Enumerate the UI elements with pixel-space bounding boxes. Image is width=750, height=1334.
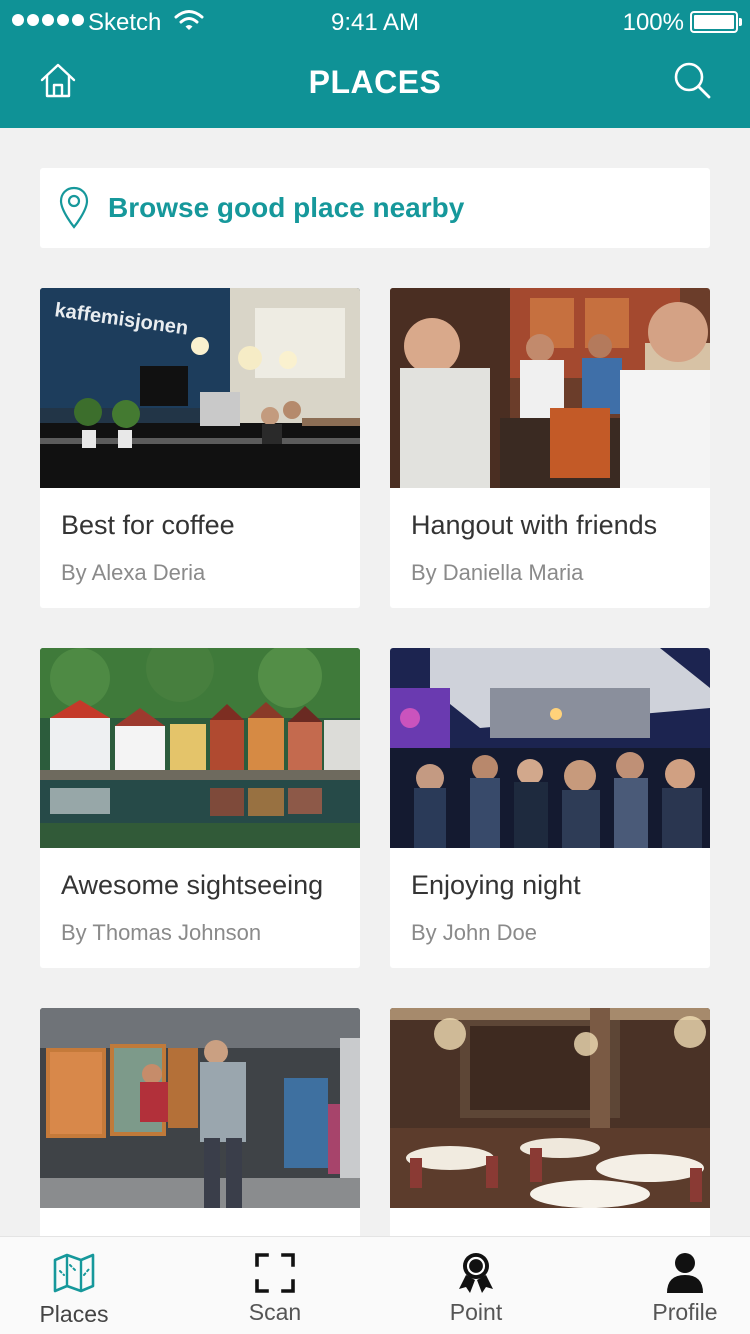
place-card-sightseeing[interactable]: Awesome sightseeing By Thomas Johnson [40,648,360,968]
award-icon [459,1253,493,1293]
dining-hall-photo [390,1008,710,1208]
place-card-coffee[interactable]: kaffemisjonen Best for coffee By Alexa D… [40,288,360,608]
status-bar: Sketch 9:41 AM 100% [0,0,750,44]
card-author: By John Doe [411,920,537,945]
tab-places[interactable]: Places [0,1237,148,1334]
night-crowd-photo [390,648,710,848]
friends-photo [390,288,710,488]
location-pin-icon [59,186,89,229]
app-header: Sketch 9:41 AM 100% PLACES [0,0,750,128]
tab-profile[interactable]: Profile [610,1237,750,1334]
card-title: Best for coffee [61,510,235,540]
page-title: PLACES [308,64,442,100]
card-author: By Thomas Johnson [61,920,262,945]
tab-bar: Places Scan Point Profile [0,1236,750,1334]
browse-nearby-label: Browse good place nearby [108,192,465,223]
harbor-town-photo [40,648,360,848]
card-title: Enjoying night [411,870,581,900]
card-author: By Daniella Maria [411,560,584,585]
battery-icon [690,11,742,33]
place-card-night[interactable]: Enjoying night By John Doe [390,648,710,968]
card-title: Hangout with friends [411,510,658,540]
coffee-shop-photo: kaffemisjonen [40,288,360,488]
tab-label: Places [39,1301,109,1327]
card-author: By Alexa Deria [61,560,206,585]
browse-nearby-button[interactable]: Browse good place nearby [40,168,710,248]
card-title: Awesome sightseeing [61,870,324,900]
scan-icon [255,1253,295,1293]
map-icon [53,1253,95,1293]
tab-label: Point [449,1299,503,1325]
user-icon [667,1253,703,1293]
tab-point[interactable]: Point [402,1237,550,1334]
tab-scan[interactable]: Scan [200,1237,350,1334]
place-card-friends[interactable]: Hangout with friends By Daniella Maria [390,288,710,608]
museum-gallery-photo [40,1008,360,1208]
tab-label: Scan [248,1299,302,1325]
tab-label: Profile [652,1299,718,1325]
battery-percent: 100% [622,9,684,36]
search-icon[interactable] [672,60,712,100]
